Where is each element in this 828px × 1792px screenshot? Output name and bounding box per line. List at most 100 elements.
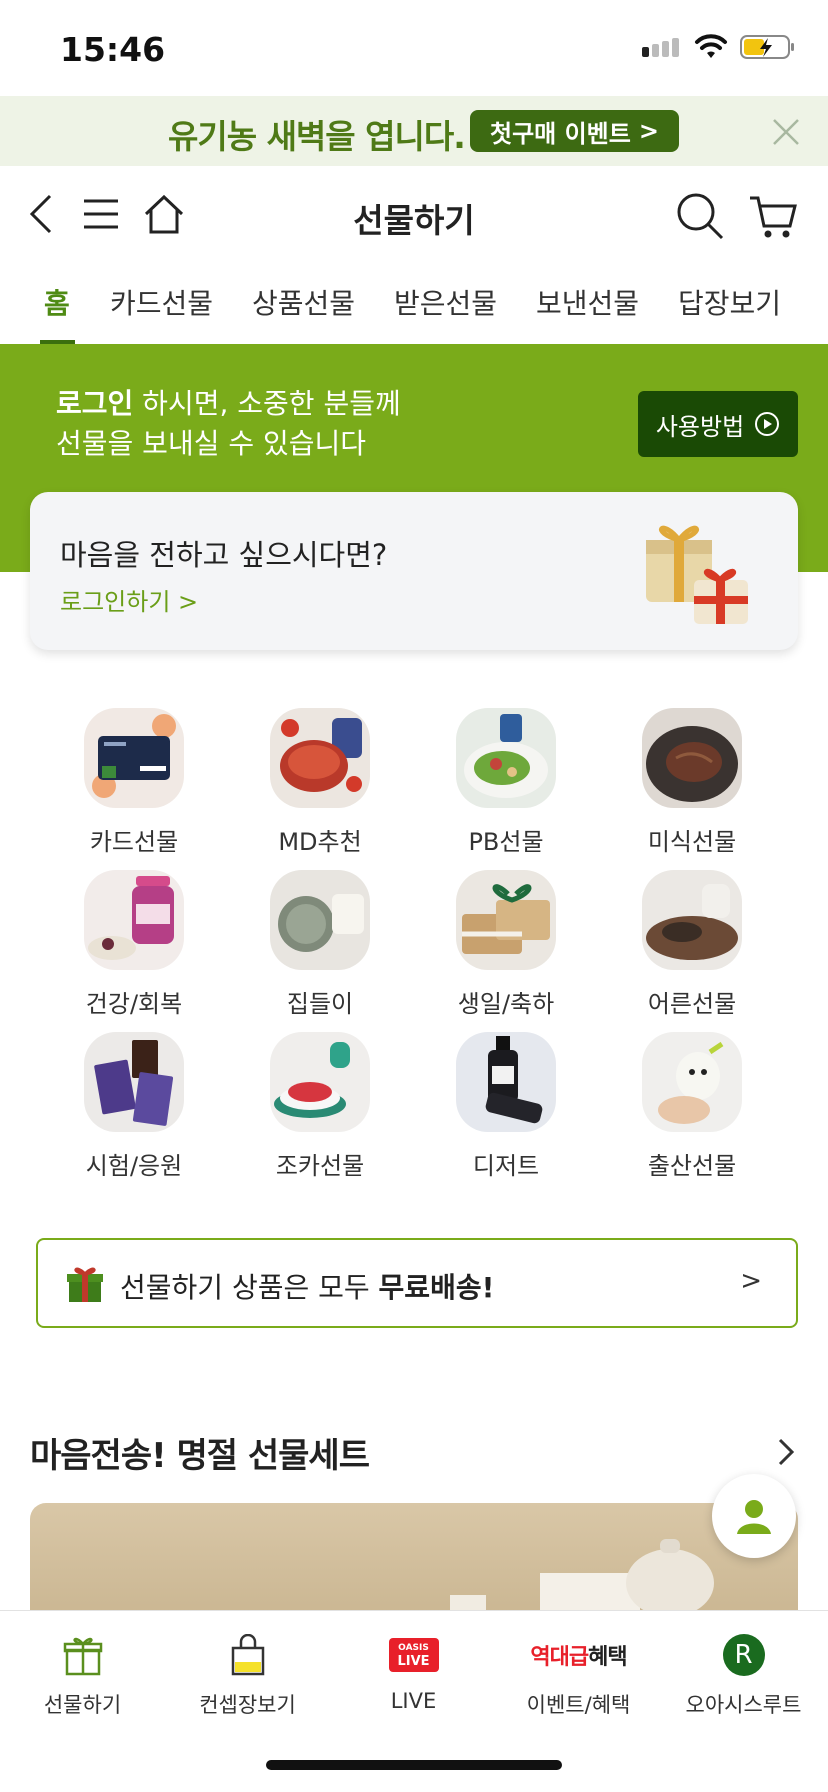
section-title: 마음전송! 명절 선물세트	[30, 1436, 370, 1476]
category-label: 생일/축하	[457, 990, 555, 1018]
login-card-title: 마음을 전하고 싶으시다면?	[60, 538, 388, 572]
gift-card-image	[84, 708, 184, 808]
search-icon[interactable]	[676, 192, 724, 240]
category-label: PB선물	[468, 828, 544, 856]
category-baby-birth[interactable]: 출산선물	[622, 1032, 762, 1181]
gift-boxes-icon	[646, 525, 748, 624]
category-housewarming[interactable]: 집들이	[250, 870, 390, 1019]
nav-oasis-route[interactable]: R 오아시스루트	[661, 1631, 826, 1719]
category-pb-gift[interactable]: PB선물	[436, 708, 576, 857]
category-label: 어른선물	[647, 990, 737, 1018]
tab-product-gift[interactable]: 상품선물	[252, 282, 355, 322]
nav-label: 이벤트/혜택	[526, 1693, 631, 1717]
promo-text: 유기농 새벽을 엽니다.	[168, 117, 466, 156]
category-birthday[interactable]: 생일/축하	[436, 870, 576, 1019]
supplement-jar-image	[84, 870, 184, 970]
cart-icon[interactable]	[748, 192, 798, 240]
chevron-right-icon[interactable]	[774, 1436, 798, 1468]
category-label: 카드선물	[89, 828, 179, 856]
oasis-live-icon: OASIS LIVE	[388, 1638, 439, 1672]
nav-label: 선물하기	[43, 1693, 122, 1717]
free-shipping-bold: 무료배송!	[378, 1271, 495, 1304]
route-r-icon: R	[722, 1634, 765, 1676]
tab-sent-gift[interactable]: 보낸선물	[536, 282, 639, 322]
free-shipping-label: 선물하기 상품은 모두	[120, 1271, 379, 1304]
gift-icon	[63, 1637, 102, 1676]
salad-plate-image	[456, 708, 556, 808]
holiday-gift-set-image[interactable]	[30, 1503, 798, 1613]
nav-label: LIVE	[390, 1689, 437, 1713]
chevron-right-icon: >	[740, 1266, 762, 1296]
promo-banner[interactable]: 유기농 새벽을 엽니다. 첫구매 이벤트 >	[0, 96, 828, 166]
category-label: 건강/회복	[85, 990, 183, 1018]
login-line2: 선물을 보내실 수 있습니다	[56, 427, 367, 460]
user-icon	[737, 1500, 771, 1534]
battery-charging-icon	[740, 35, 794, 59]
login-link[interactable]: 로그인하기 >	[60, 582, 198, 617]
status-bar: 15:46	[0, 0, 828, 96]
chocolate-bar-image	[84, 1032, 184, 1132]
wifi-icon	[695, 34, 727, 58]
nav-concept-shopping[interactable]: 컨셉장보기	[165, 1631, 330, 1719]
nav-gift[interactable]: 선물하기	[0, 1631, 165, 1719]
category-dessert[interactable]: 디저트	[436, 1032, 576, 1181]
steak-plate-image	[642, 708, 742, 808]
category-elder-gift[interactable]: 어른선물	[622, 870, 762, 1019]
event-badge-dark: 혜택	[588, 1645, 627, 1670]
tab-view-replies[interactable]: 답장보기	[678, 282, 781, 322]
nav-event-benefit[interactable]: 역대급혜택 이벤트/혜택	[496, 1631, 661, 1719]
login-message: 로그인 하시면, 소중한 분들께 선물을 보내실 수 있습니다	[56, 384, 401, 464]
event-benefit-icon: 역대급혜택	[530, 1639, 627, 1671]
nav-live[interactable]: OASIS LIVE LIVE	[331, 1631, 496, 1713]
gift-box-image	[456, 870, 556, 970]
how-to-use-label: 사용방법	[655, 412, 745, 441]
header: 선물하기	[0, 166, 828, 266]
category-label: 조카선물	[275, 1152, 365, 1180]
category-label: 출산선물	[647, 1152, 737, 1180]
baby-bowl-image	[270, 1032, 370, 1132]
profile-floating-button[interactable]	[712, 1474, 796, 1558]
status-time: 15:46	[60, 30, 166, 69]
free-shipping-text: 선물하기 상품은 모두 무료배송!	[120, 1266, 494, 1306]
tab-card-gift[interactable]: 카드선물	[110, 282, 213, 322]
category-label: MD추천	[278, 828, 362, 856]
nav-label: 오아시스루트	[685, 1693, 802, 1717]
chevron-right-icon: >	[638, 117, 659, 145]
status-icons	[642, 34, 796, 60]
shopping-bag-icon	[231, 1634, 264, 1676]
category-health[interactable]: 건강/회복	[64, 870, 204, 1019]
close-icon[interactable]	[766, 112, 806, 152]
tab-bar: 홈 카드선물 상품선물 받은선물 보낸선물 답장보기	[0, 266, 828, 344]
play-circle-icon	[755, 412, 780, 436]
home-indicator	[266, 1760, 562, 1770]
category-label: 미식선물	[647, 828, 737, 856]
event-badge-red: 역대급	[530, 1645, 589, 1670]
soap-bar-image	[270, 870, 370, 970]
live-badge-bottom: LIVE	[397, 1654, 430, 1669]
live-badge-top: OASIS	[398, 1643, 429, 1653]
tab-home[interactable]: 홈	[44, 282, 70, 322]
tomato-stew-image	[270, 708, 370, 808]
category-exam-cheer[interactable]: 시험/응원	[64, 1032, 204, 1181]
category-label: 디저트	[472, 1152, 540, 1180]
route-r-letter: R	[734, 1640, 753, 1670]
category-label: 집들이	[286, 990, 354, 1018]
first-purchase-event-button[interactable]: 첫구매 이벤트 >	[470, 110, 679, 152]
category-md-pick[interactable]: MD추천	[250, 708, 390, 857]
baby-toy-image	[642, 1032, 742, 1132]
category-label: 시험/응원	[85, 1152, 183, 1180]
login-line1: 하시면, 소중한 분들께	[133, 387, 401, 420]
tab-received-gift[interactable]: 받은선물	[394, 282, 497, 322]
free-shipping-banner[interactable]: 선물하기 상품은 모두 무료배송! >	[36, 1238, 798, 1328]
category-card-gift[interactable]: 카드선물	[64, 708, 204, 857]
how-to-use-button[interactable]: 사용방법	[638, 391, 798, 457]
nav-label: 컨셉장보기	[199, 1693, 296, 1717]
login-bold-word: 로그인	[56, 387, 134, 420]
gift-icon	[67, 1267, 103, 1302]
bottle-image	[456, 1032, 556, 1132]
promo-button-label: 첫구매 이벤트	[490, 119, 631, 148]
tea-bowl-image	[642, 870, 742, 970]
category-gourmet-gift[interactable]: 미식선물	[622, 708, 762, 857]
category-nephew-gift[interactable]: 조카선물	[250, 1032, 390, 1181]
login-card[interactable]: 마음을 전하고 싶으시다면? 로그인하기 >	[30, 492, 798, 650]
